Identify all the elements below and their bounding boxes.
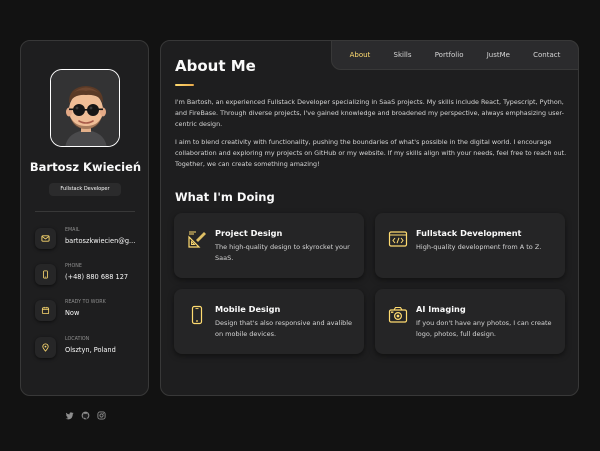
service-title: AI Imaging [416,304,466,314]
main-content: About Skills Portfolio JustMe Contact Ab… [160,40,579,396]
nav-justme[interactable]: JustMe [487,51,510,59]
social-links [21,411,150,420]
contact-label: READY TO WORK [65,300,106,305]
avatar [50,69,120,147]
about-paragraph-1: I'm Bartosh, an experienced Fullstack De… [175,98,564,128]
design-icon [188,231,206,248]
contact-label: PHONE [65,264,82,269]
service-description: High-quality development from A to Z. [416,243,542,251]
profile-name: Bartosz Kwiecień [29,160,142,174]
service-title: Project Design [215,228,283,238]
nav-skills[interactable]: Skills [394,51,412,59]
nav-about[interactable]: About [350,51,371,59]
service-card-project-design: Project Design The high-quality design t… [174,213,364,278]
profile-title-badge: Fullstack Developer [49,183,121,196]
page-title: About Me [175,57,256,75]
contact-label: LOCATION [65,337,90,342]
availability-value: Now [65,309,80,317]
location-value: Olsztyn, Poland [65,346,116,354]
twitter-icon[interactable] [65,411,74,420]
sidebar-divider [35,211,135,212]
service-description: The high-quality design to skyrocket you… [215,243,350,262]
services-heading: What I'm Doing [175,190,275,204]
mail-icon [35,228,56,249]
contact-location: LOCATION Olsztyn, Poland [35,336,150,360]
contact-email: EMAIL bartoszkwiecien@g... [35,227,150,251]
contact-phone: PHONE (+48) 880 688 127 [35,263,150,287]
contact-label: EMAIL [65,228,80,233]
nav-contact[interactable]: Contact [533,51,560,59]
code-icon [388,231,408,247]
phone-icon [35,264,56,285]
email-link[interactable]: bartoszkwiecien@g... [65,237,135,245]
service-title: Mobile Design [215,304,281,314]
service-card-ai-imaging: AI Imaging If you don't have any photos,… [375,289,565,354]
calendar-icon [35,300,56,321]
navbar: About Skills Portfolio JustMe Contact [331,40,579,70]
service-card-fullstack-development: Fullstack Development High-quality devel… [375,213,565,278]
contact-availability: READY TO WORK Now [35,299,150,323]
nav-portfolio[interactable]: Portfolio [435,51,464,59]
service-card-mobile-design: Mobile Design Design that's also respons… [174,289,364,354]
avatar-memoji-icon [51,70,119,146]
service-description: If you don't have any photos, I can crea… [416,319,552,338]
phone-link[interactable]: (+48) 880 688 127 [65,273,128,281]
about-paragraph-2: I aim to blend creativity with functiona… [175,138,567,168]
github-icon[interactable] [81,411,90,420]
service-title: Fullstack Development [416,228,522,238]
location-icon [35,337,56,358]
profile-sidebar: Bartosz Kwiecień Fullstack Developer EMA… [20,40,150,420]
camera-icon [388,306,408,323]
instagram-icon[interactable] [97,411,106,420]
mobile-icon [191,305,203,325]
title-underline [175,84,194,86]
service-description: Design that's also responsive and avalib… [215,319,353,338]
